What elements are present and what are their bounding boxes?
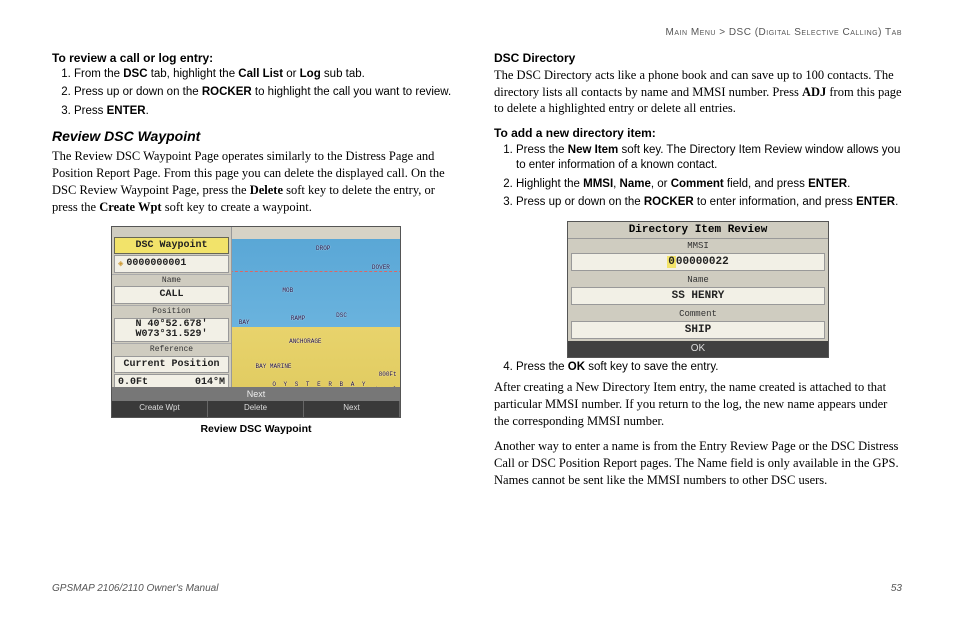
name-label: Name <box>112 274 231 287</box>
mmsi-field[interactable]: 000000022 <box>571 253 825 272</box>
delete-button[interactable]: Delete <box>208 401 304 417</box>
dsc-directory-heading: DSC Directory <box>494 50 902 66</box>
cursor-char: 0 <box>667 256 676 268</box>
list-item: Press the OK soft key to save the entry. <box>516 360 902 376</box>
map-label: ANCHORAGE <box>289 338 321 346</box>
id-value: 0000000001 <box>126 257 186 271</box>
map-label: DOVER <box>372 264 390 272</box>
screen-title: Directory Item Review <box>568 222 828 240</box>
mmsi-rest: 00000022 <box>676 256 729 268</box>
add-steps: Press the New Item soft key. The Directo… <box>494 143 902 211</box>
subhead-review-dsc: Review DSC Waypoint <box>52 127 460 146</box>
pos-label: Position <box>112 305 231 318</box>
lon: W073°31.529' <box>118 330 225 340</box>
device-screen: Directory Item Review MMSI 000000022 Nam… <box>567 221 829 358</box>
figure-directory: Directory Item Review MMSI 000000022 Nam… <box>494 221 902 358</box>
create-wpt-button[interactable]: Create Wpt <box>112 401 208 417</box>
footer-title: GPSMAP 2106/2110 Owner's Manual <box>52 582 218 596</box>
list-item: Highlight the MMSI, Name, or Comment fie… <box>516 177 902 193</box>
next-bar: Next <box>112 387 400 401</box>
body-text: The Review DSC Waypoint Page operates si… <box>52 148 460 216</box>
footer: GPSMAP 2106/2110 Owner's Manual 53 <box>52 582 902 596</box>
figure-caption: Review DSC Waypoint <box>52 422 460 436</box>
breadcrumb: Main Menu > DSC (Digital Selective Calli… <box>52 26 902 40</box>
list-item: From the DSC tab, highlight the Call Lis… <box>74 67 460 83</box>
comment-label: Comment <box>568 307 828 320</box>
ref-field: Current Position <box>114 356 229 374</box>
body-text: The DSC Directory acts like a phone book… <box>494 67 902 118</box>
review-heading: To review a call or log entry: <box>52 50 460 66</box>
pos-field: N 40°52.678' W073°31.529' <box>114 318 229 342</box>
list-item: Press ENTER. <box>74 104 460 120</box>
list-item: Press up or down on the ROCKER to enter … <box>516 195 902 211</box>
id-field: ◈ 0000000001 <box>114 255 229 273</box>
wpt-field: DSC Waypoint <box>114 237 229 255</box>
comment-field[interactable]: SHIP <box>571 321 825 340</box>
ok-button[interactable]: OK <box>568 341 828 357</box>
name-label: Name <box>568 273 828 286</box>
ref-label: Reference <box>112 343 231 356</box>
list-item: Press the New Item soft key. The Directo… <box>516 143 902 174</box>
review-steps: From the DSC tab, highlight the Call Lis… <box>52 67 460 120</box>
flag-icon: ◈ <box>118 258 123 270</box>
add-steps-cont: Press the OK soft key to save the entry. <box>494 360 902 376</box>
map-label: DSC <box>336 312 347 320</box>
list-item: Press up or down on the ROCKER to highli… <box>74 85 460 101</box>
map-label: RAMP <box>291 315 305 323</box>
add-directory-heading: To add a new directory item: <box>494 125 902 141</box>
mmsi-label: MMSI <box>568 239 828 252</box>
name-field[interactable]: SS HENRY <box>571 287 825 306</box>
figure-review-dsc: Review DSC Waypoint ◈ 0000000001 Name CA… <box>52 226 460 436</box>
map-label: MOB <box>282 287 293 295</box>
button-bar: Create Wpt Delete Next <box>112 401 400 417</box>
map-scale: 800Ft <box>379 371 397 379</box>
left-column: To review a call or log entry: From the … <box>52 50 460 497</box>
page-number: 53 <box>891 582 902 596</box>
map-area: DROP DOVER MOB BAY RAMP DSC ANCHORAGE BA… <box>232 239 400 399</box>
map-label: BAY MARINE <box>256 363 292 371</box>
name-field: CALL <box>114 286 229 304</box>
map-label: DROP <box>316 245 330 253</box>
device-screen: Review DSC Waypoint ◈ 0000000001 Name CA… <box>111 226 401 418</box>
right-column: DSC Directory The DSC Directory acts lik… <box>494 50 902 497</box>
body-text: After creating a New Directory Item entr… <box>494 379 902 430</box>
map-label: BAY <box>239 319 250 327</box>
body-text: Another way to enter a name is from the … <box>494 438 902 489</box>
next-button[interactable]: Next <box>304 401 400 417</box>
